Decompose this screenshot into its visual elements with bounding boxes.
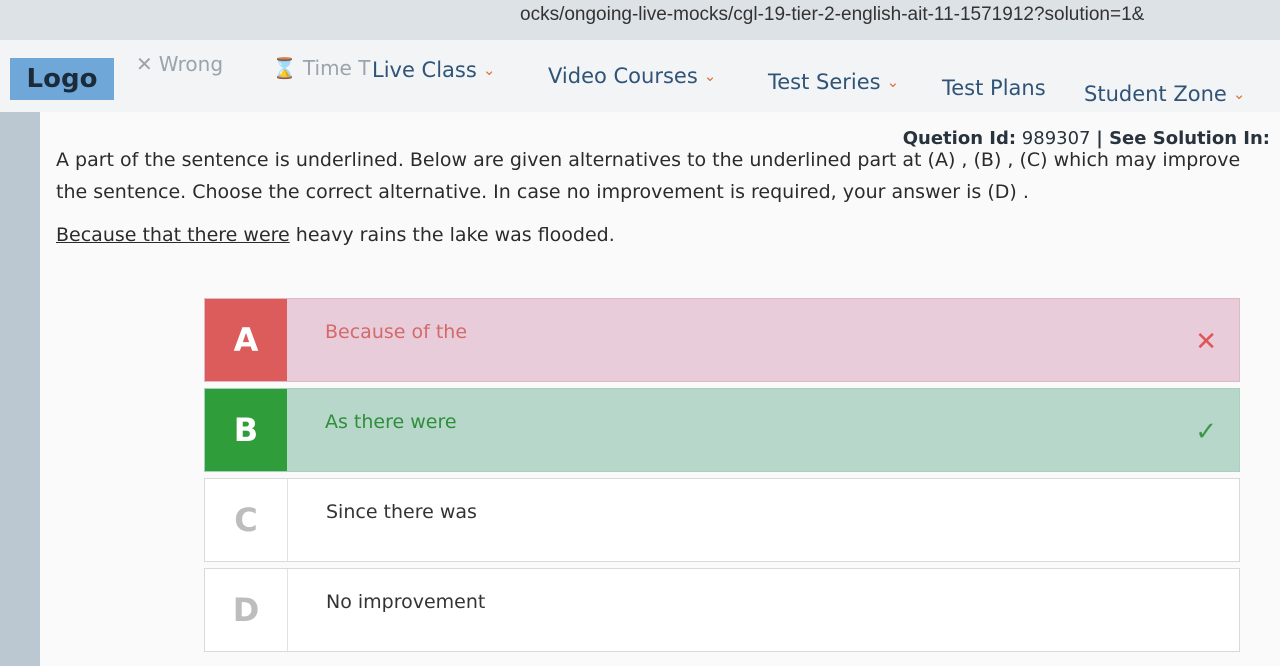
chevron-down-icon: ⌄: [886, 73, 900, 91]
nav-test-series-label: Test Series: [768, 70, 881, 94]
nav-student-zone-label: Student Zone: [1084, 82, 1227, 106]
options-list: A Because of the ✕ B As there were ✓ C S…: [204, 298, 1240, 658]
option-text: Since there was: [326, 501, 477, 523]
browser-address-bar[interactable]: ocks/ongoing-live-mocks/cgl-19-tier-2-en…: [0, 0, 1280, 40]
logo[interactable]: Logo: [10, 58, 114, 100]
option-a[interactable]: A Because of the ✕: [204, 298, 1240, 382]
option-c[interactable]: C Since there was: [204, 478, 1240, 562]
option-text: As there were: [325, 411, 457, 433]
nav-video-courses[interactable]: Video Courses ⌄: [548, 64, 716, 88]
sentence-rest: heavy rains the lake was flooded.: [289, 224, 615, 246]
logo-text: Logo: [26, 64, 98, 94]
time-label: Time T: [302, 56, 371, 80]
wrong-filter[interactable]: ✕ Wrong: [136, 52, 223, 76]
cross-icon: ✕: [1195, 327, 1217, 357]
option-text: Because of the: [325, 321, 468, 343]
nav-test-plans[interactable]: Test Plans: [942, 76, 1046, 100]
option-b[interactable]: B As there were ✓: [204, 388, 1240, 472]
option-d[interactable]: D No improvement: [204, 568, 1240, 652]
hourglass-icon: ⌛: [272, 56, 297, 80]
nav-video-courses-label: Video Courses: [548, 64, 698, 88]
option-letter: B: [205, 389, 287, 471]
top-navigation: Logo ✕ Wrong ⌛ Time T Live Class ⌄ Video…: [0, 40, 1280, 113]
question-text: A part of the sentence is underlined. Be…: [56, 149, 1241, 203]
wrong-label: Wrong: [158, 52, 224, 76]
chevron-down-icon: ⌄: [1232, 85, 1246, 103]
option-letter: A: [205, 299, 287, 381]
nav-test-plans-label: Test Plans: [942, 76, 1046, 100]
chevron-down-icon: ⌄: [482, 61, 496, 79]
check-icon: ✓: [1195, 417, 1217, 447]
option-letter: D: [205, 569, 288, 651]
option-text: No improvement: [326, 591, 486, 613]
url-text: ocks/ongoing-live-mocks/cgl-19-tier-2-en…: [520, 4, 1145, 25]
question-panel: Quetion Id: 989307 | See Solution In: A …: [40, 112, 1280, 666]
nav-live-class-label: Live Class: [372, 58, 477, 82]
underlined-part: Because that there were: [56, 224, 290, 246]
nav-live-class[interactable]: Live Class ⌄: [372, 58, 495, 82]
time-filter[interactable]: ⌛ Time T: [272, 56, 370, 80]
nav-student-zone[interactable]: Student Zone ⌄: [1084, 82, 1245, 106]
nav-test-series[interactable]: Test Series ⌄: [768, 70, 899, 94]
option-letter: C: [205, 479, 288, 561]
chevron-down-icon: ⌄: [703, 67, 717, 85]
close-icon: ✕: [136, 52, 153, 76]
question-sentence: Because that there were heavy rains the …: [56, 224, 615, 246]
left-edge-panel: [0, 112, 40, 666]
